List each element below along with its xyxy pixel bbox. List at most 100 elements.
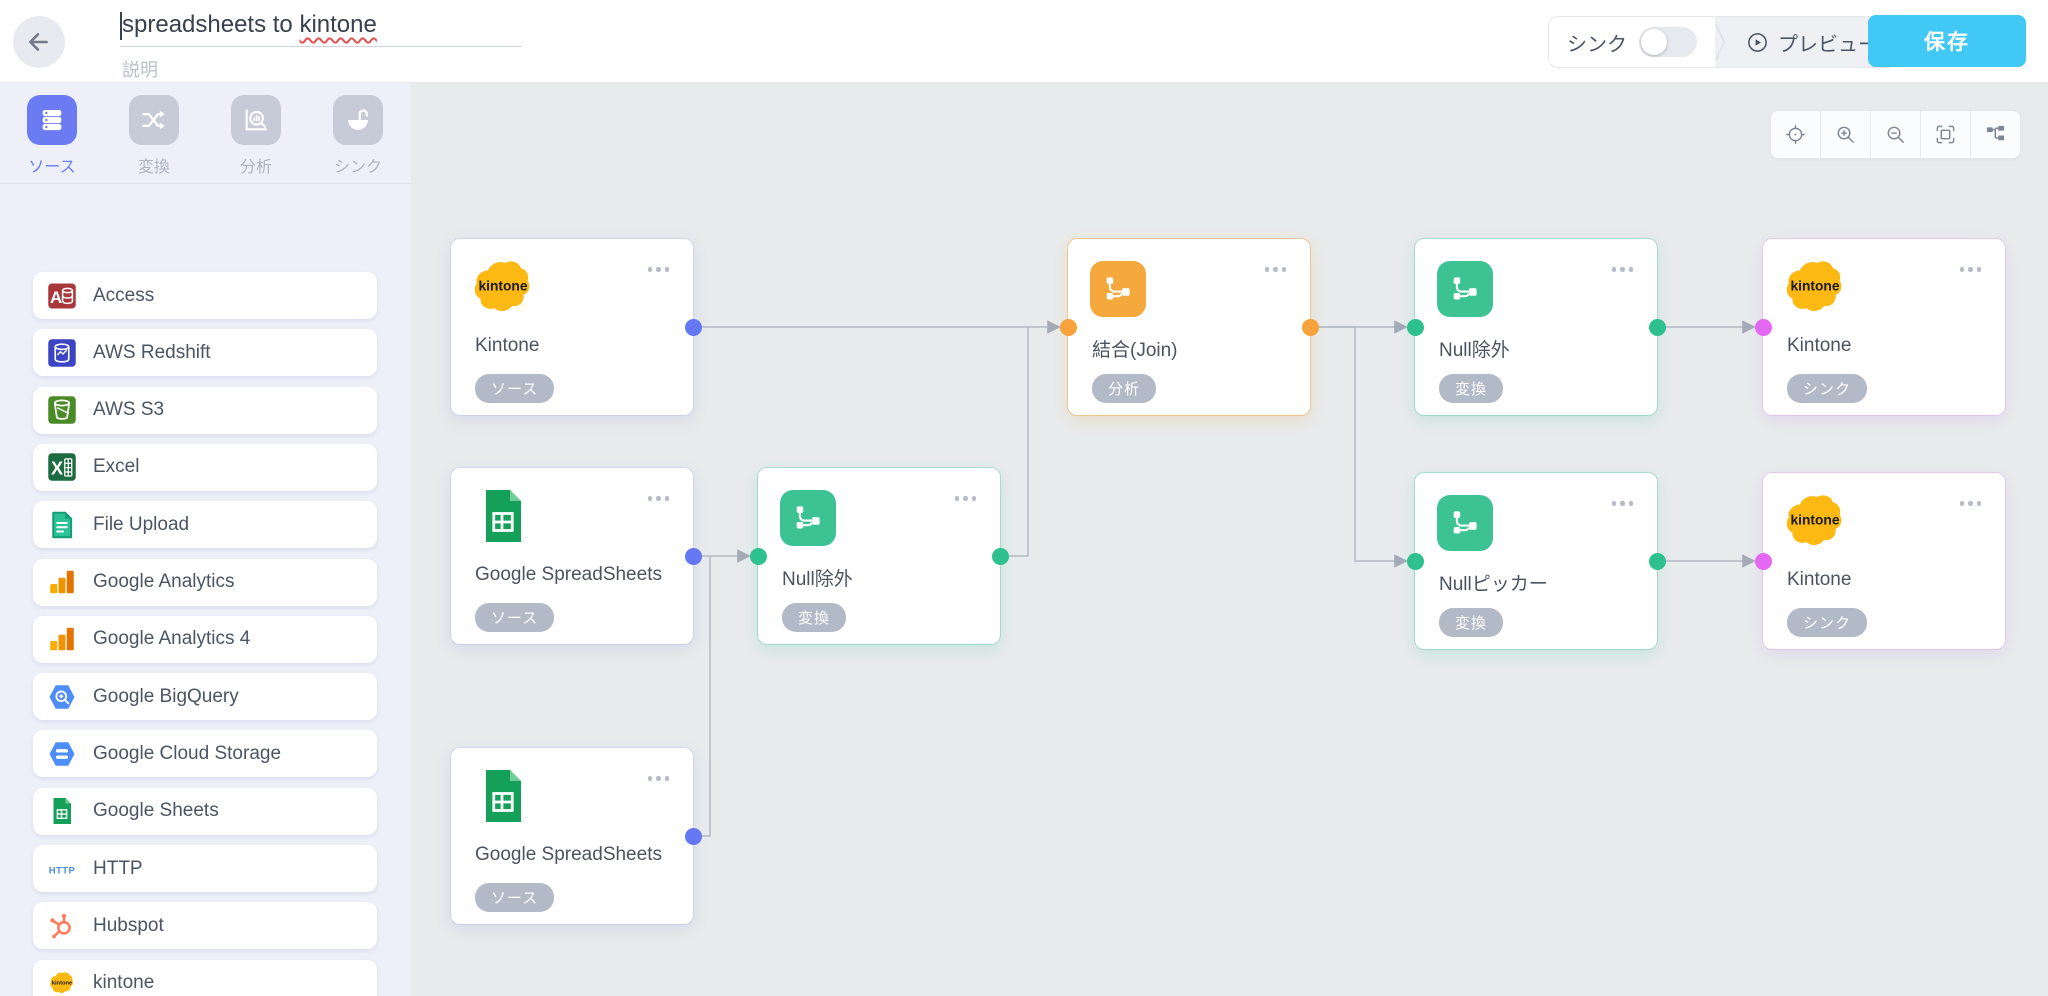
sidebar-item-google-analytics-4[interactable]: Google Analytics 4 xyxy=(33,616,377,663)
right-port[interactable] xyxy=(685,828,702,845)
connector-label: Hubspot xyxy=(93,915,164,937)
edge-spreadsheets-bottom-to-null-exclude-mid xyxy=(693,556,710,836)
export-button[interactable] xyxy=(1390,22,1430,62)
sync-label: シンク xyxy=(1567,28,1627,57)
kintone-icon: kintone xyxy=(1779,257,1851,317)
zoom-in-icon xyxy=(1834,123,1857,146)
sidebar-tab-item[interactable]: 変換 xyxy=(116,95,192,177)
node-menu-button[interactable] xyxy=(951,492,981,505)
node-menu-button[interactable] xyxy=(1608,263,1638,276)
flow-node-null-exclude-mid[interactable]: Null除外変換 xyxy=(758,468,1000,644)
connector-label: Access xyxy=(93,285,154,307)
node-type-badge: ソース xyxy=(475,883,554,912)
google-analytics-4-icon xyxy=(45,624,79,654)
left-port[interactable] xyxy=(1407,319,1424,336)
flow-node-spreadsheets-mid[interactable]: Google SpreadSheets ソース xyxy=(451,468,693,644)
zoom-in-button[interactable] xyxy=(1820,111,1870,158)
sync-preview-group: シンク プレビュー xyxy=(1548,16,1897,68)
settings-button[interactable] xyxy=(1481,22,1521,62)
flow-canvas[interactable]: kintoneKintoneソースGoogle SpreadSheetsソースG… xyxy=(411,82,2048,996)
node-menu-button[interactable] xyxy=(644,263,674,276)
zoom-out-icon xyxy=(1884,123,1907,146)
connector-list: A Access AWS Redshift AWS S3 X Excel File Uplo… xyxy=(0,183,411,996)
node-title: Nullピッカー xyxy=(1439,569,1548,596)
tab-source-icon xyxy=(27,95,77,145)
left-port[interactable] xyxy=(1407,553,1424,570)
sidebar-item-google-sheets[interactable]: Google Sheets xyxy=(33,788,377,835)
left-port[interactable] xyxy=(1755,319,1772,336)
connector-label: Google Analytics xyxy=(93,571,235,593)
node-title: Kintone xyxy=(1787,335,1851,357)
flow-node-null-picker[interactable]: Nullピッカー変換 xyxy=(1415,473,1657,649)
import-button[interactable] xyxy=(1300,22,1340,62)
text-caret xyxy=(120,12,122,40)
sidebar-item-aws-redshift[interactable]: AWS Redshift xyxy=(33,329,377,376)
connector-label: Google BigQuery xyxy=(93,686,239,708)
http-icon: HTTP xyxy=(45,854,79,884)
svg-text:kintone: kintone xyxy=(478,279,527,294)
save-button[interactable]: 保存 xyxy=(1868,15,2026,67)
flow-node-kintone-sink-top[interactable]: kintoneKintoneシンク xyxy=(1763,239,2005,415)
left-port[interactable] xyxy=(1060,319,1077,336)
sidebar-item-google-cloud-storage[interactable]: Google Cloud Storage xyxy=(33,730,377,777)
sidebar-item-excel[interactable]: X Excel xyxy=(33,444,377,491)
connector-label: Excel xyxy=(93,456,139,478)
branch-icon xyxy=(1437,261,1493,317)
right-port[interactable] xyxy=(992,548,1009,565)
connector-label: HTTP xyxy=(93,858,143,880)
node-menu-button[interactable] xyxy=(644,492,674,505)
sync-toggle[interactable] xyxy=(1639,27,1697,57)
fit-view-button[interactable] xyxy=(1920,111,1970,158)
left-port[interactable] xyxy=(750,548,767,565)
back-button[interactable] xyxy=(13,16,65,68)
sidebar-item-http[interactable]: HTTP HTTP xyxy=(33,845,377,892)
node-menu-button[interactable] xyxy=(1956,263,1986,276)
connector-label: AWS Redshift xyxy=(93,342,211,364)
header: spreadsheets to kintone 説明 シンク プレビュー 保存 xyxy=(0,0,2048,82)
right-port[interactable] xyxy=(1649,553,1666,570)
sidebar-item-aws-s3[interactable]: AWS S3 xyxy=(33,387,377,434)
node-title: Google SpreadSheets xyxy=(475,564,662,586)
sidebar-item-file-upload[interactable]: File Upload xyxy=(33,501,377,548)
node-menu-button[interactable] xyxy=(644,772,674,785)
sidebar-item-google-bigquery[interactable]: Google BigQuery xyxy=(33,673,377,720)
tab-label: シンク xyxy=(334,153,382,177)
description-input[interactable]: 説明 xyxy=(120,56,522,82)
node-title: Null除外 xyxy=(1439,335,1510,362)
pipeline-title-input[interactable]: spreadsheets to kintone xyxy=(120,9,522,47)
flow-node-kintone-sink-bottom[interactable]: kintoneKintoneシンク xyxy=(1763,473,2005,649)
edge-join-to-null-picker xyxy=(1310,327,1405,561)
node-menu-button[interactable] xyxy=(1261,263,1291,276)
svg-text:A: A xyxy=(50,288,62,307)
branch-icon xyxy=(1437,495,1493,551)
center-view-button[interactable] xyxy=(1771,111,1820,158)
sidebar-tab-item[interactable]: シンク xyxy=(320,95,396,177)
right-port[interactable] xyxy=(685,319,702,336)
sidebar-item-hubspot[interactable]: Hubspot xyxy=(33,902,377,949)
flow-node-null-exclude-top[interactable]: Null除外変換 xyxy=(1415,239,1657,415)
pipeline-title-typo-word: kintone xyxy=(299,11,376,38)
branch-icon xyxy=(1090,261,1146,317)
sidebar-item-google-analytics[interactable]: Google Analytics xyxy=(33,559,377,606)
node-menu-button[interactable] xyxy=(1608,497,1638,510)
right-port[interactable] xyxy=(1302,319,1319,336)
svg-text:X: X xyxy=(51,459,63,479)
right-port[interactable] xyxy=(685,548,702,565)
auto-layout-button[interactable] xyxy=(1970,111,2020,158)
flow-node-join[interactable]: 結合(Join)分析 xyxy=(1068,239,1310,415)
left-port[interactable] xyxy=(1755,553,1772,570)
sidebar-item-kintone[interactable]: kintonekintone xyxy=(33,960,377,996)
flow-node-spreadsheets-bottom[interactable]: Google SpreadSheetsソース xyxy=(451,748,693,924)
flow-node-kintone-source[interactable]: kintoneKintoneソース xyxy=(451,239,693,415)
tab-transform-icon xyxy=(129,95,179,145)
auto-layout-icon xyxy=(1984,123,2007,146)
sidebar-item-access[interactable]: A Access xyxy=(33,272,377,319)
node-type-badge: 変換 xyxy=(782,603,846,632)
node-menu-button[interactable] xyxy=(1956,497,1986,510)
node-type-badge: ソース xyxy=(475,603,554,632)
excel-icon: X xyxy=(45,452,79,482)
zoom-out-button[interactable] xyxy=(1870,111,1920,158)
sidebar-tab-item[interactable]: ソース xyxy=(14,95,90,177)
right-port[interactable] xyxy=(1649,319,1666,336)
sidebar-tab-item[interactable]: 分析 xyxy=(218,95,294,177)
